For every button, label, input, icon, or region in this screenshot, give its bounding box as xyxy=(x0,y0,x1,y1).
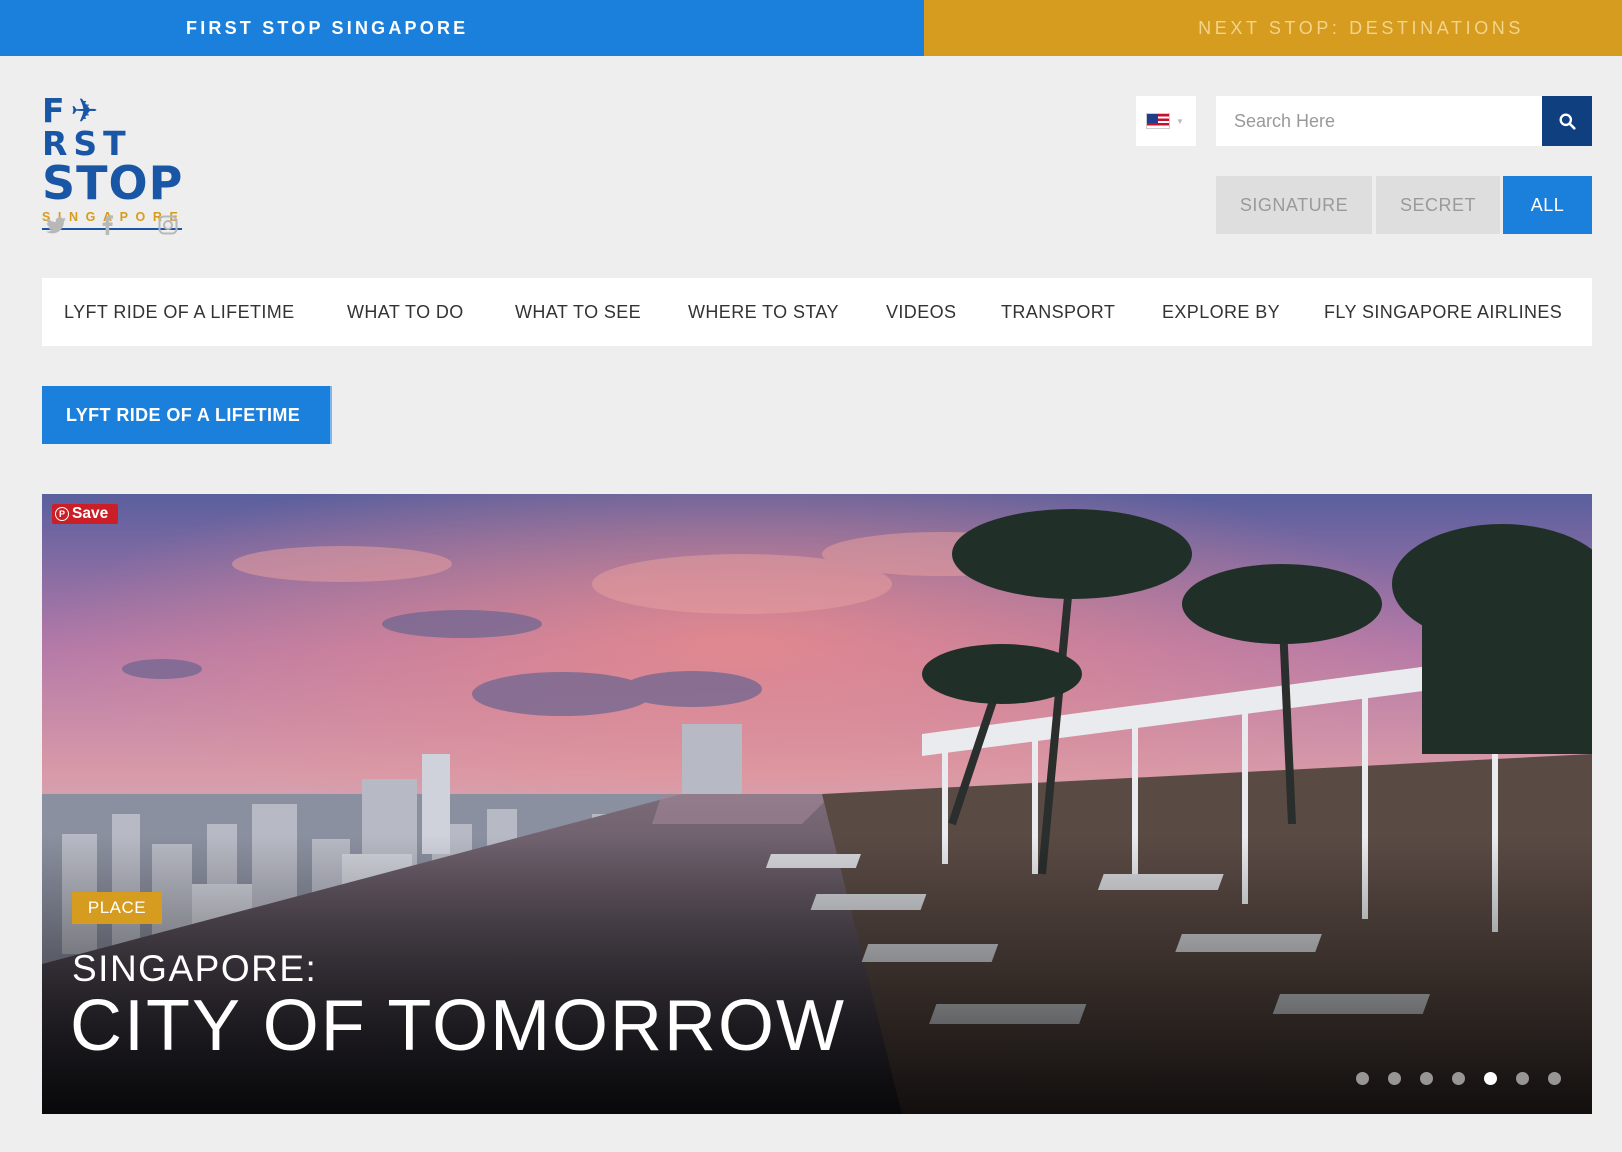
save-label: Save xyxy=(72,505,109,522)
first-stop-label: FIRST STOP SINGAPORE xyxy=(186,17,469,38)
country-select[interactable]: ▼ xyxy=(1136,96,1196,146)
site-logo[interactable]: F✈RST STOP SINGAPORE xyxy=(42,94,184,230)
nav-item-fly-singapore-airlines[interactable]: FLY SINGAPORE AIRLINES xyxy=(1324,302,1562,323)
category-tag[interactable]: PLACE xyxy=(72,892,162,924)
lyft-ride-button[interactable]: LYFT RIDE OF A LIFETIME xyxy=(42,386,332,444)
filter-signature-button[interactable]: SIGNATURE xyxy=(1216,176,1372,234)
pinterest-save-button[interactable]: P Save xyxy=(52,504,118,524)
nav-item-what-to-see[interactable]: WHAT TO SEE xyxy=(515,302,641,323)
slider-dots xyxy=(1356,1072,1561,1085)
pinterest-icon: P xyxy=(55,507,69,521)
slider-dot[interactable] xyxy=(1388,1072,1401,1085)
search-input[interactable] xyxy=(1216,96,1542,146)
slider-dot[interactable] xyxy=(1548,1072,1561,1085)
search-button[interactable] xyxy=(1542,96,1592,146)
chevron-down-icon: ▼ xyxy=(1176,116,1184,126)
us-flag-icon xyxy=(1146,113,1170,129)
slider-dot[interactable] xyxy=(1452,1072,1465,1085)
next-stop-destinations-link[interactable]: NEXT STOP: DESTINATIONS xyxy=(924,0,1622,56)
slider-dot[interactable] xyxy=(1356,1072,1369,1085)
top-bar: FIRST STOP SINGAPORE NEXT STOP: DESTINAT… xyxy=(0,0,1622,56)
nav-item-videos[interactable]: VIDEOS xyxy=(886,302,956,323)
nav-item-lyft-ride[interactable]: LYFT RIDE OF A LIFETIME xyxy=(64,302,295,323)
filter-all-button[interactable]: ALL xyxy=(1503,176,1592,234)
slider-dot[interactable] xyxy=(1420,1072,1433,1085)
logo-line-2: STOP xyxy=(42,156,184,210)
main-nav: LYFT RIDE OF A LIFETIME WHAT TO DO WHAT … xyxy=(42,278,1592,346)
nav-item-what-to-do[interactable]: WHAT TO DO xyxy=(347,302,464,323)
first-stop-singapore-link[interactable]: FIRST STOP SINGAPORE xyxy=(0,0,924,56)
nav-item-where-to-stay[interactable]: WHERE TO STAY xyxy=(688,302,839,323)
next-stop-label: NEXT STOP: DESTINATIONS xyxy=(1198,17,1524,38)
filter-secret-button[interactable]: SECRET xyxy=(1376,176,1500,234)
logo-line-1: F✈RST xyxy=(42,91,132,163)
social-links xyxy=(46,214,214,236)
facebook-icon[interactable] xyxy=(102,214,158,236)
hero-subtitle: SINGAPORE: xyxy=(72,948,318,989)
instagram-icon[interactable] xyxy=(158,214,214,236)
twitter-icon[interactable] xyxy=(46,214,102,236)
slider-dot-active[interactable] xyxy=(1484,1072,1497,1085)
nav-item-transport[interactable]: TRANSPORT xyxy=(1001,302,1115,323)
nav-item-explore-by[interactable]: EXPLORE BY xyxy=(1162,302,1280,323)
slider-dot[interactable] xyxy=(1516,1072,1529,1085)
hero-slider[interactable]: P Save PLACE SINGAPORE: CITY OF TOMORROW xyxy=(42,494,1592,1114)
search-icon xyxy=(1559,113,1576,130)
hero-title[interactable]: CITY OF TOMORROW xyxy=(70,990,846,1062)
